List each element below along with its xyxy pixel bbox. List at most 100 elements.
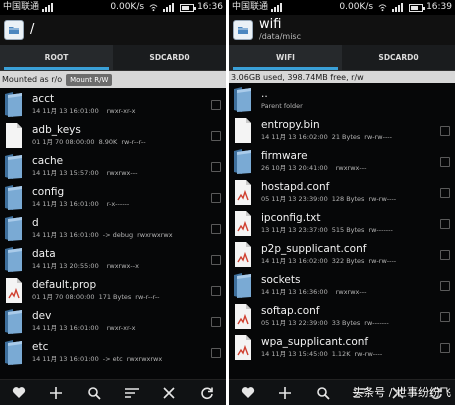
select-checkbox[interactable]: [211, 285, 221, 296]
tab-label: SDCARD0: [149, 53, 190, 62]
select-checkbox[interactable]: [440, 156, 450, 167]
app-icon[interactable]: [4, 20, 24, 40]
file-meta: 01 1月 70 08:00:00 8.90K rw-r--r--: [32, 137, 211, 147]
cell-signal-icon: [163, 3, 175, 12]
left-screen: 中国联通 0.00K/s 16:36 / ROOT SDCARD0 Mounte…: [0, 0, 226, 405]
file-name: softap.conf: [261, 305, 320, 317]
tab-label: ROOT: [44, 53, 69, 62]
file-row[interactable]: ipconfig.txt 13 11月 13 23:37:00 515 Bytes r…: [229, 208, 455, 239]
file-name: wpa_supplicant.conf: [261, 336, 369, 348]
close-icon[interactable]: [158, 382, 180, 404]
file-meta: 14 11月 13 16:01:00 -> etc rwxrwxrwx: [32, 354, 211, 364]
file-name: adb_keys: [32, 124, 81, 136]
file-row[interactable]: firmware 26 10月 13 20:41:00 rwxrwx---: [229, 146, 455, 177]
file-permissions: rw-rw----: [354, 350, 383, 358]
file-list: .. Parent folder entropy.bin 14 11月 13 16…: [229, 84, 455, 363]
tab-sdcard0[interactable]: SDCARD0: [342, 45, 455, 70]
plus-icon[interactable]: [274, 382, 296, 404]
sort-icon[interactable]: [121, 382, 143, 404]
app-icon[interactable]: [233, 20, 253, 40]
select-checkbox[interactable]: [211, 192, 221, 203]
select-checkbox[interactable]: [440, 125, 450, 136]
plus-icon[interactable]: [45, 382, 67, 404]
file-permissions: rwxr-xr-x: [106, 324, 136, 332]
file-name: ..: [261, 88, 268, 100]
file-row[interactable]: config 14 11月 13 16:01:00 r-x------: [0, 182, 226, 213]
select-checkbox[interactable]: [211, 223, 221, 234]
folder-icon: [3, 153, 24, 180]
heart-icon[interactable]: [8, 382, 30, 404]
file-permissions: rwxrwx--x: [106, 262, 139, 270]
select-checkbox[interactable]: [211, 254, 221, 265]
select-checkbox[interactable]: [440, 218, 450, 229]
file-meta: 14 11月 13 16:36:00 rwxrwx---: [261, 287, 440, 297]
select-checkbox[interactable]: [440, 249, 450, 260]
file-date: 14 11月 13 16:01:00: [32, 355, 99, 363]
file-permissions: rwxrwx---: [335, 164, 367, 172]
select-checkbox[interactable]: [211, 161, 221, 172]
tab-root[interactable]: ROOT: [0, 45, 113, 70]
tab-wifi[interactable]: WIFI: [229, 45, 342, 70]
file-row[interactable]: softap.conf 05 11月 13 22:39:00 33 Bytes rw-…: [229, 301, 455, 332]
select-checkbox[interactable]: [440, 187, 450, 198]
file-row[interactable]: data 14 11月 13 20:55:00 rwxrwx--x: [0, 244, 226, 275]
file-name: entropy.bin: [261, 119, 320, 131]
file-row[interactable]: sockets 14 11月 13 16:36:00 rwxrwx---: [229, 270, 455, 301]
file-row[interactable]: acct 14 11月 13 16:01:00 rwxr-xr-x: [0, 89, 226, 120]
select-checkbox[interactable]: [211, 130, 221, 141]
file-date: 14 11月 13 16:01:00: [32, 200, 99, 208]
search-icon[interactable]: [312, 382, 334, 404]
file-row[interactable]: hostapd.conf 05 11月 13 23:39:00 128 Bytes r…: [229, 177, 455, 208]
file-permissions: rwxr-xr-x: [106, 107, 136, 115]
file-row[interactable]: dev 14 11月 13 16:01:00 rwxr-xr-x: [0, 306, 226, 337]
file-name: default.prop: [32, 279, 97, 291]
file-date: 13 11月 13 23:37:00: [261, 226, 328, 234]
clock: 16:39: [426, 2, 452, 12]
file-row[interactable]: etc 14 11月 13 16:01:00 -> etc rwxrwxrwx: [0, 337, 226, 368]
file-permissions: rw-rw----: [364, 133, 393, 141]
file-name: acct: [32, 93, 55, 105]
file-detail: -> etc: [102, 355, 123, 363]
refresh-icon[interactable]: [196, 382, 218, 404]
file-meta: 14 11月 13 16:01:00 -> debug rwxrwxrwx: [32, 230, 211, 240]
file-permissions: rw-rw----: [368, 257, 397, 265]
file-date: 14 11月 13 20:55:00: [32, 262, 99, 270]
title-bar: /: [0, 15, 226, 45]
file-meta: 14 11月 13 16:02:00 21 Bytes rw-rw----: [261, 132, 440, 142]
select-checkbox[interactable]: [440, 311, 450, 322]
file-row[interactable]: d 14 11月 13 16:01:00 -> debug rwxrwxrwx: [0, 213, 226, 244]
heart-icon[interactable]: [237, 382, 259, 404]
select-checkbox[interactable]: [211, 316, 221, 327]
parent-folder-row[interactable]: .. Parent folder: [229, 84, 455, 115]
select-checkbox[interactable]: [211, 347, 221, 358]
select-checkbox[interactable]: [440, 280, 450, 291]
doc-icon: [232, 210, 253, 237]
file-icon: [3, 122, 24, 149]
file-row[interactable]: p2p_supplicant.conf 14 11月 13 16:02:00 322…: [229, 239, 455, 270]
file-row[interactable]: wpa_supplicant.conf 14 11月 13 15:45:00 1.1…: [229, 332, 455, 363]
file-date: 14 11月 13 16:02:00: [261, 133, 328, 141]
folder-icon: [3, 215, 24, 242]
search-icon[interactable]: [83, 382, 105, 404]
file-date: 14 11月 13 15:57:00: [32, 169, 99, 177]
file-row[interactable]: entropy.bin 14 11月 13 16:02:00 21 Bytes rw-…: [229, 115, 455, 146]
doc-icon: [232, 303, 253, 330]
file-date: 14 11月 13 16:02:00: [261, 257, 328, 265]
file-row[interactable]: default.prop 01 1月 70 08:00:00 171 Bytes rw…: [0, 275, 226, 306]
file-icon: [232, 117, 253, 144]
select-checkbox[interactable]: [211, 99, 221, 110]
file-meta: 14 11月 13 16:01:00 rwxr-xr-x: [32, 106, 211, 116]
file-meta: 14 11月 13 16:01:00 rwxr-xr-x: [32, 323, 211, 333]
file-meta: 14 11月 13 20:55:00 rwxrwx--x: [32, 261, 211, 271]
tab-sdcard0[interactable]: SDCARD0: [113, 45, 226, 70]
file-row[interactable]: cache 14 11月 13 15:57:00 rwxrwx---: [0, 151, 226, 182]
battery-icon: [409, 3, 426, 12]
select-checkbox[interactable]: [440, 342, 450, 353]
file-row[interactable]: adb_keys 01 1月 70 08:00:00 8.90K rw-r--r--: [0, 120, 226, 151]
file-meta: 14 11月 13 15:45:00 1.12K rw-rw----: [261, 349, 440, 359]
file-permissions: rw-------: [364, 319, 389, 327]
file-name: firmware: [261, 150, 308, 162]
carrier-label: 中国联通: [3, 2, 40, 12]
mount-rw-button[interactable]: Mount R/W: [66, 73, 113, 86]
mount-status: Mounted as r/o: [2, 75, 63, 84]
